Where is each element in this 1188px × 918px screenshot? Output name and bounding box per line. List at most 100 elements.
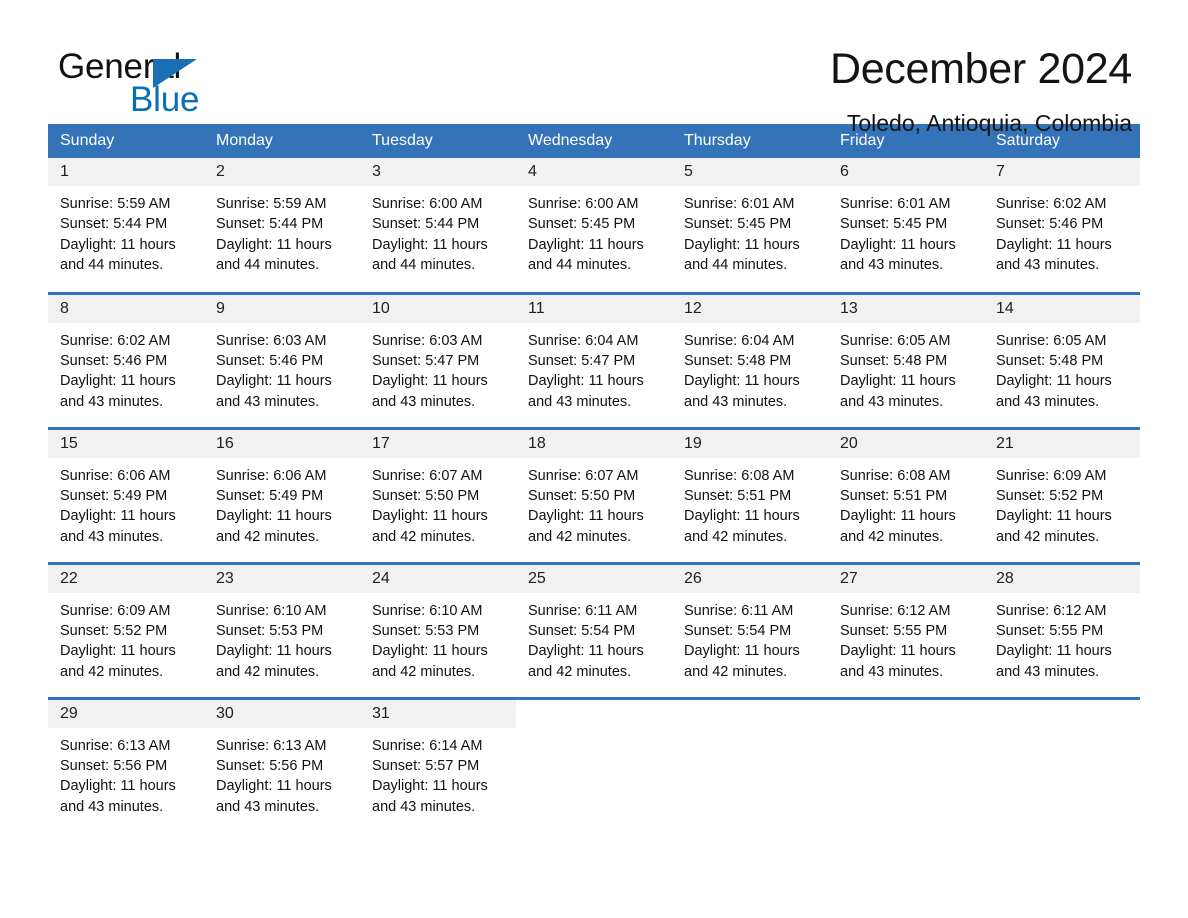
calendar-day-cell[interactable]: 21 Sunrise: 6:09 AM Sunset: 5:52 PM Dayligh… — [984, 426, 1140, 563]
calendar-day-cell[interactable]: 23 Sunrise: 6:10 AM Sunset: 5:53 PM Dayligh… — [204, 561, 360, 698]
day-number: 27 — [840, 569, 858, 587]
sunset-text: Sunset: 5:52 PM — [60, 622, 168, 639]
sunset-text: Sunset: 5:48 PM — [840, 352, 948, 369]
sunrise-text: Sunrise: 6:06 AM — [60, 467, 171, 484]
calendar-day-cell[interactable]: 6 Sunrise: 6:01 AM Sunset: 5:45 PM Daylight… — [828, 158, 984, 293]
day-number-band: 15 — [48, 429, 204, 458]
calendar-day-cell[interactable]: 16 Sunrise: 6:06 AM Sunset: 5:49 PM Dayligh… — [204, 426, 360, 563]
day-number-band: 28 — [984, 564, 1140, 593]
day-number-band: 10 — [360, 294, 516, 323]
day-number: 23 — [216, 569, 234, 587]
day-number-band: 4 — [516, 158, 672, 186]
calendar-week-row: 22 Sunrise: 6:09 AM Sunset: 5:52 PM Dayligh… — [48, 561, 1140, 698]
day-details: Sunrise: 6:00 AM Sunset: 5:44 PM Daylight:… — [360, 186, 516, 276]
day-number-band — [672, 699, 828, 728]
day-number: 25 — [528, 569, 546, 587]
calendar-day-cell[interactable]: 29 Sunrise: 6:13 AM Sunset: 5:56 PM Dayligh… — [48, 696, 204, 833]
calendar-day-cell[interactable]: 24 Sunrise: 6:10 AM Sunset: 5:53 PM Dayligh… — [360, 561, 516, 698]
calendar-day-cell[interactable]: 27 Sunrise: 6:12 AM Sunset: 5:55 PM Dayligh… — [828, 561, 984, 698]
calendar-day-cell[interactable]: 17 Sunrise: 6:07 AM Sunset: 5:50 PM Dayligh… — [360, 426, 516, 563]
calendar-page: General Blue December 2024 Toledo, Antio… — [0, 0, 1188, 918]
day-number: 12 — [684, 299, 702, 317]
sunrise-text: Sunrise: 6:06 AM — [216, 467, 327, 484]
sunrise-text: Sunrise: 6:05 AM — [996, 332, 1107, 349]
sunset-text: Sunset: 5:54 PM — [684, 622, 792, 639]
calendar-day-cell[interactable]: 11 Sunrise: 6:04 AM Sunset: 5:47 PM Dayligh… — [516, 291, 672, 428]
day-details: Sunrise: 6:14 AM Sunset: 5:57 PM Daylight:… — [360, 728, 516, 818]
sunset-text: Sunset: 5:45 PM — [528, 216, 636, 233]
daylight-text: Daylight: 11 hours and 43 minutes. — [840, 373, 956, 410]
calendar-day-cell[interactable]: 22 Sunrise: 6:09 AM Sunset: 5:52 PM Dayligh… — [48, 561, 204, 698]
day-number: 11 — [528, 299, 545, 317]
calendar-day-cell[interactable]: 8 Sunrise: 6:02 AM Sunset: 5:46 PM Daylight… — [48, 291, 204, 428]
day-number: 3 — [372, 163, 381, 180]
calendar-day-cell[interactable]: 20 Sunrise: 6:08 AM Sunset: 5:51 PM Dayligh… — [828, 426, 984, 563]
day-number-band: 29 — [48, 699, 204, 728]
day-details: Sunrise: 6:02 AM Sunset: 5:46 PM Daylight:… — [48, 323, 204, 413]
sunrise-text: Sunrise: 6:02 AM — [996, 196, 1107, 212]
calendar-day-cell[interactable]: 12 Sunrise: 6:04 AM Sunset: 5:48 PM Dayligh… — [672, 291, 828, 428]
calendar-day-cell[interactable]: 7 Sunrise: 6:02 AM Sunset: 5:46 PM Daylight… — [984, 158, 1140, 293]
calendar-day-cell[interactable]: 25 Sunrise: 6:11 AM Sunset: 5:54 PM Dayligh… — [516, 561, 672, 698]
sunrise-text: Sunrise: 6:08 AM — [684, 467, 795, 484]
sunrise-text: Sunrise: 6:08 AM — [840, 467, 951, 484]
calendar-day-cell[interactable]: 31 Sunrise: 6:14 AM Sunset: 5:57 PM Dayligh… — [360, 696, 516, 833]
day-details: Sunrise: 5:59 AM Sunset: 5:44 PM Daylight:… — [48, 186, 204, 276]
calendar-day-cell-empty — [672, 696, 828, 833]
day-number: 31 — [372, 704, 390, 722]
calendar-day-cell[interactable]: 26 Sunrise: 6:11 AM Sunset: 5:54 PM Dayligh… — [672, 561, 828, 698]
calendar-day-cell[interactable]: 1 Sunrise: 5:59 AM Sunset: 5:44 PM Daylight… — [48, 158, 204, 293]
daylight-text: Daylight: 11 hours and 42 minutes. — [684, 508, 800, 545]
day-number: 17 — [372, 434, 390, 452]
sunrise-text: Sunrise: 6:07 AM — [528, 467, 639, 484]
sunrise-text: Sunrise: 6:00 AM — [372, 196, 483, 212]
day-number-band: 17 — [360, 429, 516, 458]
day-number-band: 14 — [984, 294, 1140, 323]
calendar-day-cell[interactable]: 18 Sunrise: 6:07 AM Sunset: 5:50 PM Dayligh… — [516, 426, 672, 563]
day-number-band: 25 — [516, 564, 672, 593]
day-number: 20 — [840, 434, 858, 452]
day-number: 19 — [684, 434, 702, 452]
calendar-day-cell[interactable]: 15 Sunrise: 6:06 AM Sunset: 5:49 PM Dayligh… — [48, 426, 204, 563]
calendar-day-cell[interactable]: 14 Sunrise: 6:05 AM Sunset: 5:48 PM Dayligh… — [984, 291, 1140, 428]
sunset-text: Sunset: 5:52 PM — [996, 487, 1104, 504]
calendar-day-cell[interactable]: 19 Sunrise: 6:08 AM Sunset: 5:51 PM Dayligh… — [672, 426, 828, 563]
calendar-day-cell[interactable]: 30 Sunrise: 6:13 AM Sunset: 5:56 PM Dayligh… — [204, 696, 360, 833]
calendar-day-cell[interactable]: 2 Sunrise: 5:59 AM Sunset: 5:44 PM Daylight… — [204, 158, 360, 293]
weekday-header-sunday: Sunday — [48, 124, 204, 158]
day-number: 2 — [216, 163, 225, 180]
day-number-band: 7 — [984, 158, 1140, 186]
calendar-day-cell[interactable]: 9 Sunrise: 6:03 AM Sunset: 5:46 PM Daylight… — [204, 291, 360, 428]
sunrise-text: Sunrise: 6:10 AM — [216, 602, 327, 619]
calendar-week-row: 29 Sunrise: 6:13 AM Sunset: 5:56 PM Dayligh… — [48, 696, 1140, 833]
daylight-text: Daylight: 11 hours and 42 minutes. — [840, 508, 956, 545]
sunrise-text: Sunrise: 6:12 AM — [996, 602, 1107, 619]
sunrise-text: Sunrise: 6:11 AM — [528, 602, 638, 619]
day-number-band: 6 — [828, 158, 984, 186]
day-details: Sunrise: 6:04 AM Sunset: 5:47 PM Daylight:… — [516, 323, 672, 413]
sunrise-text: Sunrise: 6:11 AM — [684, 602, 794, 619]
day-details: Sunrise: 6:12 AM Sunset: 5:55 PM Daylight:… — [828, 593, 984, 683]
day-number: 24 — [372, 569, 390, 587]
calendar-day-cell[interactable]: 28 Sunrise: 6:12 AM Sunset: 5:55 PM Dayligh… — [984, 561, 1140, 698]
day-number: 22 — [60, 569, 78, 587]
day-details: Sunrise: 6:13 AM Sunset: 5:56 PM Daylight:… — [48, 728, 204, 818]
calendar-day-cell[interactable]: 3 Sunrise: 6:00 AM Sunset: 5:44 PM Daylight… — [360, 158, 516, 293]
day-number-band: 16 — [204, 429, 360, 458]
day-number: 30 — [216, 704, 234, 722]
daylight-text: Daylight: 11 hours and 44 minutes. — [60, 236, 176, 274]
calendar-day-cell[interactable]: 13 Sunrise: 6:05 AM Sunset: 5:48 PM Dayligh… — [828, 291, 984, 428]
daylight-text: Daylight: 11 hours and 43 minutes. — [528, 373, 644, 410]
day-details: Sunrise: 6:07 AM Sunset: 5:50 PM Daylight:… — [516, 458, 672, 548]
calendar-day-cell[interactable]: 5 Sunrise: 6:01 AM Sunset: 5:45 PM Daylight… — [672, 158, 828, 293]
day-number: 26 — [684, 569, 702, 587]
day-number: 6 — [840, 163, 849, 180]
day-number-band: 23 — [204, 564, 360, 593]
calendar-day-cell[interactable]: 4 Sunrise: 6:00 AM Sunset: 5:45 PM Daylight… — [516, 158, 672, 293]
sunrise-text: Sunrise: 6:09 AM — [60, 602, 171, 619]
calendar-day-cell[interactable]: 10 Sunrise: 6:03 AM Sunset: 5:47 PM Dayligh… — [360, 291, 516, 428]
day-number: 10 — [372, 299, 390, 317]
sunset-text: Sunset: 5:51 PM — [840, 487, 948, 504]
daylight-text: Daylight: 11 hours and 42 minutes. — [996, 508, 1112, 545]
day-number-band: 9 — [204, 294, 360, 323]
